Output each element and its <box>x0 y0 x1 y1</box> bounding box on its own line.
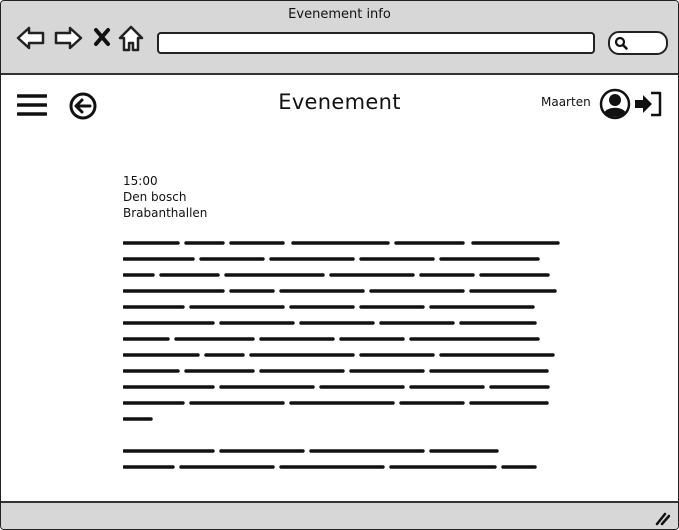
close-icon[interactable] <box>93 27 111 51</box>
event-city: Den bosch <box>123 190 187 204</box>
description-line <box>123 301 563 317</box>
user-avatar-icon[interactable] <box>599 88 631 124</box>
app-header: Evenement Maarten <box>1 75 678 137</box>
event-venue: Brabanthallen <box>123 206 208 220</box>
resize-grip-icon[interactable] <box>654 511 671 529</box>
event-details: 15:00 Den bosch Brabanthallen <box>123 173 563 477</box>
status-bar <box>1 501 678 529</box>
description-line <box>123 333 563 349</box>
back-arrow-icon[interactable] <box>16 25 46 55</box>
user-name: Maarten <box>541 95 591 109</box>
description-line <box>123 365 563 381</box>
event-time: 15:00 <box>123 174 158 188</box>
event-description <box>123 237 563 477</box>
description-line <box>123 397 563 413</box>
event-meta: 15:00 Den bosch Brabanthallen <box>123 173 563 221</box>
browser-window: Evenement info Evenement Maarten 15:00 D… <box>0 0 679 530</box>
description-line <box>123 445 563 461</box>
login-icon[interactable] <box>633 91 663 121</box>
url-bar[interactable] <box>157 32 595 54</box>
search-icon <box>614 36 628 50</box>
description-line <box>123 413 563 429</box>
description-line <box>123 381 563 397</box>
description-line <box>123 253 563 269</box>
description-line <box>123 349 563 365</box>
description-line <box>123 237 563 253</box>
forward-arrow-icon[interactable] <box>53 25 83 55</box>
home-icon[interactable] <box>118 25 144 57</box>
browser-search-field[interactable] <box>608 31 668 55</box>
browser-chrome: Evenement info <box>1 1 678 75</box>
description-line <box>123 461 563 477</box>
window-title: Evenement info <box>288 7 391 22</box>
description-line <box>123 317 563 333</box>
description-line <box>123 285 563 301</box>
description-line <box>123 269 563 285</box>
